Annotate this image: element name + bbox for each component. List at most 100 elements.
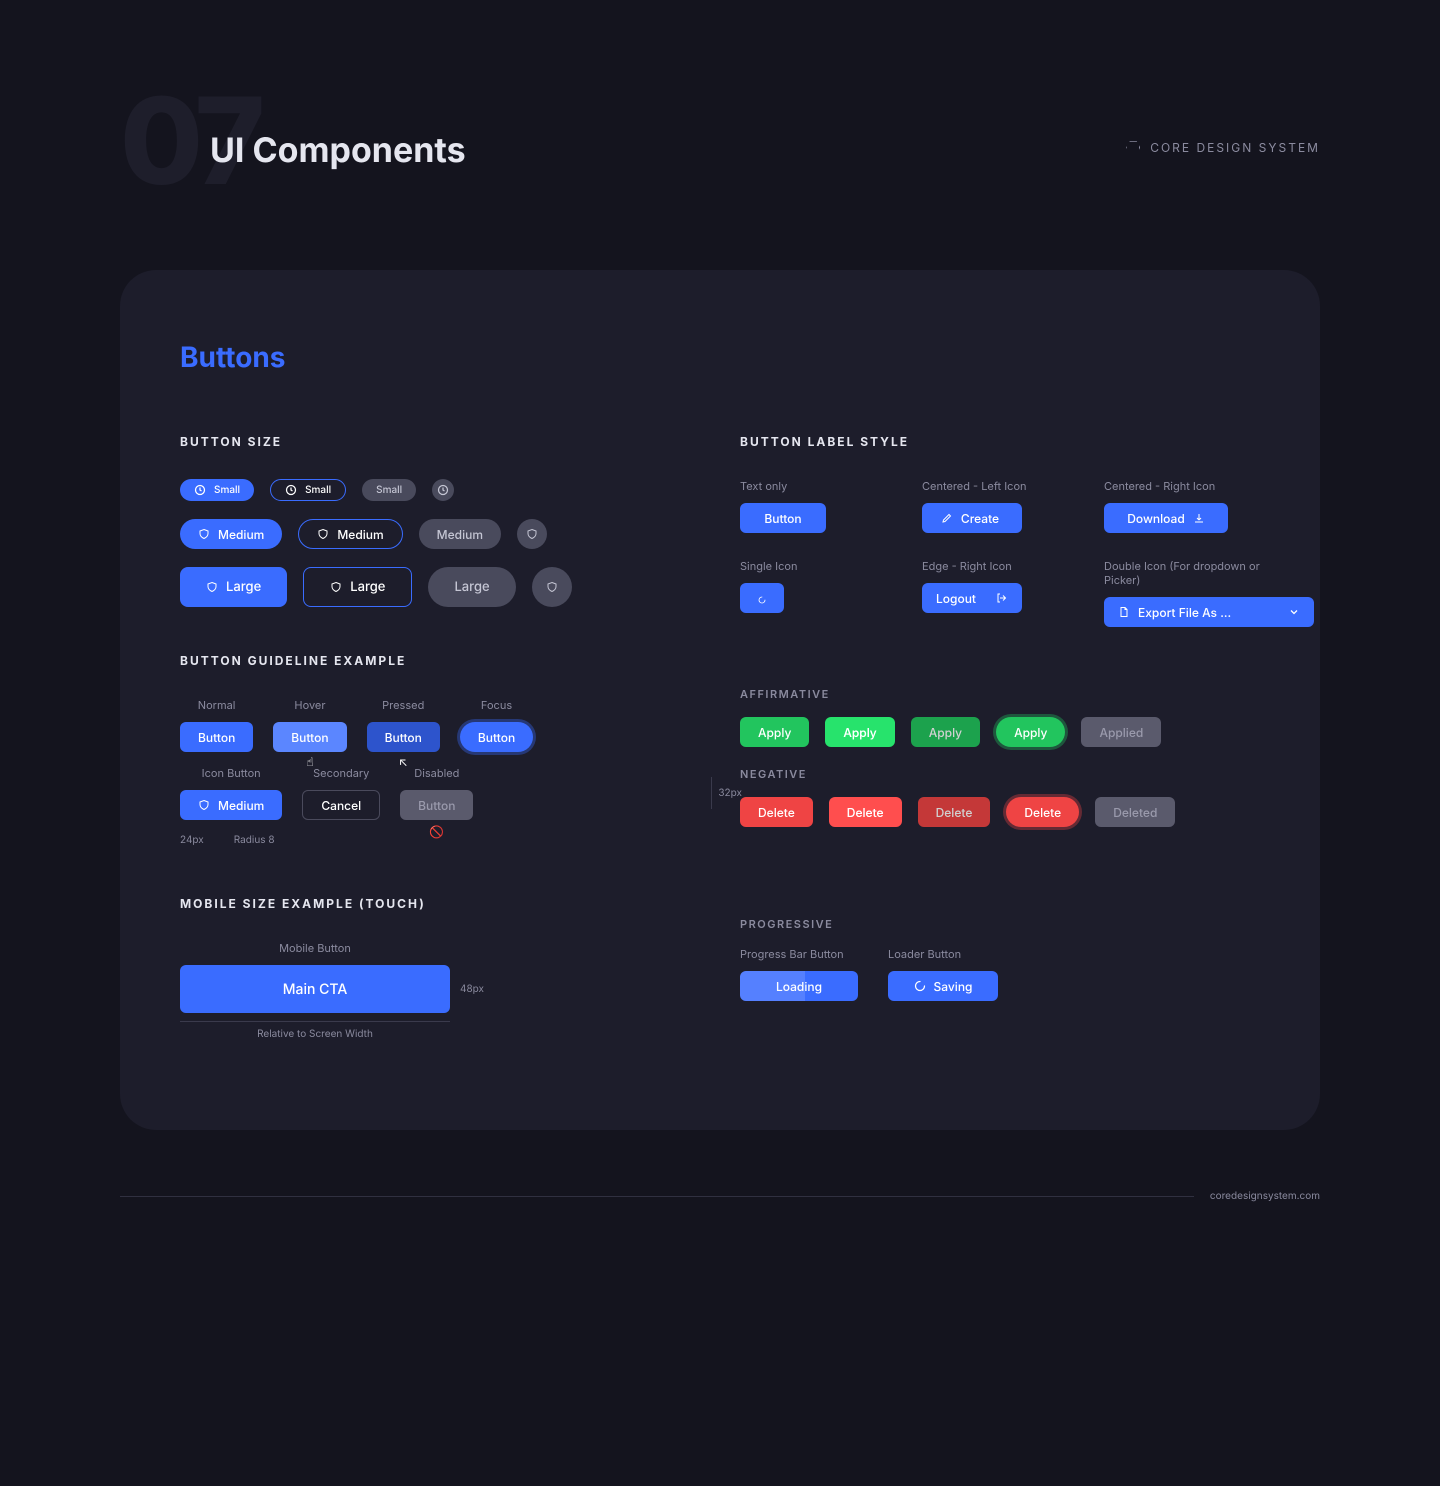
btn-label: Export File As ...	[1138, 605, 1231, 620]
btn-medium-ghost[interactable]: Medium	[419, 519, 501, 549]
btn-label: Delete	[936, 805, 973, 820]
state-secondary: Secondary	[313, 766, 369, 780]
btn-large-primary[interactable]: Large	[180, 567, 287, 607]
footer-link[interactable]: coredesignsystem.com	[1210, 1190, 1320, 1202]
btn-label: Medium	[218, 798, 264, 813]
btn-large-outline[interactable]: Large	[303, 567, 412, 607]
progress-cap: Progress Bar Button	[740, 947, 844, 961]
state-hover: Hover	[294, 698, 325, 712]
btn-state-focus[interactable]: Button	[460, 722, 533, 752]
btn-small-label: Small	[376, 484, 402, 496]
cap-doubleicon: Double Icon (For dropdown or Picker)	[1104, 559, 1260, 587]
mobile-cap: Mobile Button	[180, 941, 450, 955]
btn-export[interactable]: Export File As ...	[1104, 597, 1314, 627]
section-title: Buttons	[180, 340, 1260, 374]
shield-icon	[526, 528, 538, 540]
btn-label: Button	[198, 730, 235, 745]
btn-label: Cancel	[321, 798, 361, 813]
page-title: UI Components	[210, 130, 466, 171]
brand-hex-icon	[1126, 141, 1140, 155]
guideline-heading: BUTTON GUIDELINE EXAMPLE	[180, 653, 700, 668]
btn-state-hover[interactable]: Button	[273, 722, 346, 752]
btn-apply-3[interactable]: Apply	[911, 717, 980, 747]
btn-mobile-cta[interactable]: Main CTA	[180, 965, 450, 1013]
progressive-heading: PROGRESSIVE	[740, 917, 1260, 931]
cap-centerright: Centered - Right Icon	[1104, 479, 1260, 493]
state-focus: Focus	[481, 698, 512, 712]
btn-state-pressed[interactable]: Button	[367, 722, 440, 752]
btn-small-iconly[interactable]	[432, 479, 454, 501]
labelstyle-heading: BUTTON LABEL STYLE	[740, 434, 1260, 449]
btn-apply-1[interactable]: Apply	[740, 717, 809, 747]
btn-delete-2[interactable]: Delete	[829, 797, 902, 827]
btn-download[interactable]: Download	[1104, 503, 1228, 533]
btn-state-secondary[interactable]: Cancel	[302, 790, 380, 820]
btn-saving[interactable]: Saving	[888, 971, 998, 1001]
btn-create[interactable]: Create	[922, 503, 1022, 533]
btn-state-normal[interactable]: Button	[180, 722, 253, 752]
btn-label: Logout	[936, 591, 976, 606]
btn-label: Button	[291, 730, 328, 745]
pad-dim: 24px	[180, 834, 204, 846]
btn-small-label: Small	[305, 484, 331, 496]
state-normal: Normal	[198, 698, 236, 712]
btn-apply-4[interactable]: Apply	[996, 717, 1065, 747]
btn-textonly[interactable]: Button	[740, 503, 826, 533]
content-panel: Buttons BUTTON SIZE Small Small Small Me…	[120, 270, 1320, 1130]
btn-label: Saving	[934, 979, 973, 994]
loader-cap: Loader Button	[888, 947, 961, 961]
mobile-note: Relative to Screen Width	[180, 1021, 450, 1040]
btn-label: Delete	[847, 805, 884, 820]
btn-label: Applied	[1099, 725, 1143, 740]
file-icon	[1118, 606, 1130, 618]
mobile-height-dim: 48px	[460, 983, 484, 995]
btn-delete-1[interactable]: Delete	[740, 797, 813, 827]
btn-apply-2[interactable]: Apply	[825, 717, 894, 747]
cap-textonly: Text only	[740, 479, 896, 493]
shield-icon	[317, 528, 329, 540]
shield-icon	[198, 799, 210, 811]
state-disabled: Disabled	[414, 766, 459, 780]
btn-label: Button	[764, 511, 801, 526]
btn-medium-outline[interactable]: Medium	[298, 519, 402, 549]
button-size-heading: BUTTON SIZE	[180, 434, 700, 449]
btn-delete-3[interactable]: Delete	[918, 797, 991, 827]
btn-singleicon[interactable]	[740, 583, 784, 613]
btn-small-primary[interactable]: Small	[180, 479, 254, 501]
btn-small-outline[interactable]: Small	[270, 479, 346, 501]
state-iconbtn: Icon Button	[202, 766, 261, 780]
shield-icon	[546, 581, 558, 593]
btn-state-disabled: Button	[400, 790, 473, 820]
btn-label: Button	[478, 730, 515, 745]
btn-loading[interactable]: Loading	[740, 971, 858, 1001]
btn-large-label: Large	[454, 579, 489, 595]
btn-label: Apply	[929, 725, 962, 740]
download-icon	[1193, 512, 1205, 524]
radius-dim: Radius 8	[234, 834, 275, 846]
btn-label: Apply	[758, 725, 791, 740]
clock-icon	[437, 484, 449, 496]
brand-text: CORE DESIGN SYSTEM	[1150, 140, 1320, 155]
btn-label: Delete	[1024, 805, 1061, 820]
btn-medium-iconly[interactable]	[517, 519, 547, 549]
btn-logout[interactable]: Logout	[922, 583, 1022, 613]
btn-large-iconly[interactable]	[532, 567, 572, 607]
btn-label: Button	[418, 798, 455, 813]
btn-small-ghost[interactable]: Small	[362, 479, 416, 501]
cap-centerleft: Centered - Left Icon	[922, 479, 1078, 493]
btn-label: Delete	[758, 805, 795, 820]
brand-label: CORE DESIGN SYSTEM	[1126, 140, 1320, 155]
btn-state-icon[interactable]: Medium	[180, 790, 282, 820]
btn-medium-label: Medium	[337, 527, 383, 542]
btn-label: Apply	[1014, 725, 1047, 740]
btn-medium-label: Medium	[437, 527, 483, 542]
cap-edgeright: Edge - Right Icon	[922, 559, 1078, 573]
btn-large-ghost[interactable]: Large	[428, 567, 515, 607]
btn-medium-primary[interactable]: Medium	[180, 519, 282, 549]
shield-icon	[206, 581, 218, 593]
exit-icon	[996, 592, 1008, 604]
btn-delete-4[interactable]: Delete	[1006, 797, 1079, 827]
btn-small-label: Small	[214, 484, 240, 496]
btn-medium-label: Medium	[218, 527, 264, 542]
chevron-down-icon	[1288, 606, 1300, 618]
